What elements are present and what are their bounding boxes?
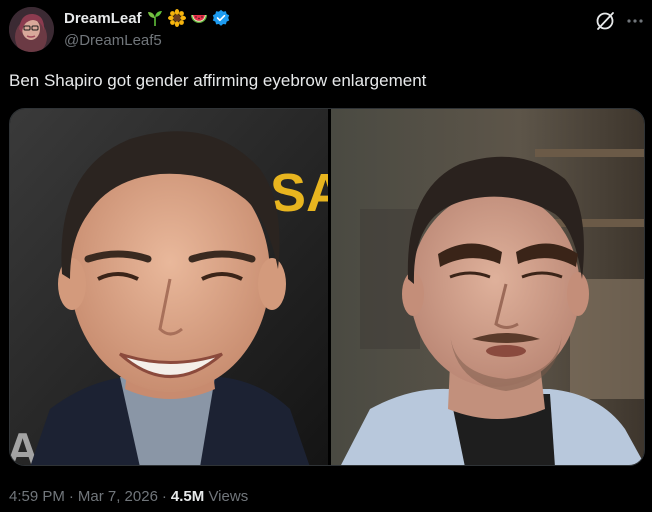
verified-badge-icon[interactable] [212, 9, 230, 27]
user-handle[interactable]: @DreamLeaf5 [64, 32, 230, 49]
more-options-icon[interactable] [624, 10, 646, 32]
post-card: DreamLeaf @DreamLeaf5 Ben Shapiro got ge… [0, 0, 652, 512]
meta-separator: · [161, 488, 167, 505]
grok-icon[interactable] [594, 10, 616, 32]
views-count: 4.5M [170, 488, 205, 505]
left-photo: SAR AP [10, 109, 384, 465]
right-photo [331, 109, 644, 465]
display-name[interactable]: DreamLeaf [64, 10, 142, 27]
seedling-icon [146, 9, 164, 27]
post-meta: 4:59 PM · Mar 7, 2026 · 4.5M Views [9, 488, 248, 505]
watermelon-icon [190, 9, 208, 27]
sunflower-icon [167, 9, 186, 27]
name-row: DreamLeaf [64, 8, 230, 28]
views-label: Views [208, 488, 249, 505]
post-time[interactable]: 4:59 PM [9, 488, 65, 505]
avatar[interactable] [9, 7, 54, 52]
post-media[interactable]: SAR AP [9, 108, 645, 466]
meta-separator: · [68, 488, 74, 505]
post-text: Ben Shapiro got gender affirming eyebrow… [9, 71, 427, 90]
post-date[interactable]: Mar 7, 2026 [78, 488, 158, 505]
post-header: DreamLeaf @DreamLeaf5 [64, 8, 230, 52]
